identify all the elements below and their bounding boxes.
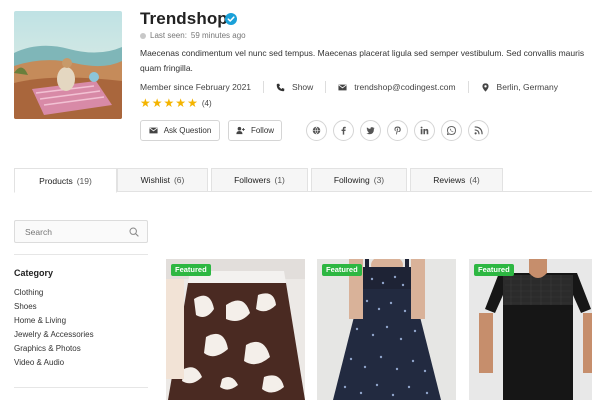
tab-wishlist[interactable]: Wishlist (6)	[117, 168, 208, 192]
last-seen: Last seen: 59 minutes ago	[140, 31, 246, 40]
divider	[467, 81, 469, 93]
divider	[325, 81, 327, 93]
linkedin-icon	[420, 126, 429, 135]
star-icon: ★	[151, 96, 163, 110]
last-seen-value: 59 minutes ago	[190, 31, 246, 40]
shop-location: Berlin, Germany	[481, 82, 558, 92]
star-icon: ★	[140, 96, 151, 110]
facebook-icon	[341, 126, 346, 135]
ask-question-label: Ask Question	[163, 126, 212, 135]
phone-show-label: Show	[292, 82, 314, 92]
phone-show-link[interactable]: Show	[276, 82, 313, 92]
user-plus-icon	[236, 126, 245, 135]
whatsapp-icon	[447, 126, 456, 135]
product-card[interactable]: Featured	[166, 259, 305, 400]
category-item[interactable]: Home & Living	[14, 315, 94, 329]
shop-avatar[interactable]	[14, 11, 122, 119]
rating-count: (4)	[201, 98, 212, 108]
category-title: Category	[14, 268, 54, 278]
social-linkedin-link[interactable]	[414, 120, 435, 141]
profile-tabs: Products (19) Wishlist (6) Followers (1)…	[14, 168, 592, 193]
tab-count: (1)	[274, 175, 285, 185]
follow-label: Follow	[250, 126, 275, 135]
product-image	[166, 259, 305, 400]
tab-count: (4)	[469, 175, 480, 185]
tab-label: Wishlist	[140, 175, 170, 185]
featured-badge: Featured	[474, 264, 514, 276]
tab-label: Reviews	[433, 175, 466, 185]
divider	[14, 254, 148, 255]
map-pin-icon	[481, 82, 489, 92]
divider	[263, 81, 265, 93]
last-seen-label: Last seen:	[150, 31, 187, 40]
tab-count: (19)	[76, 175, 92, 186]
search-input[interactable]	[25, 226, 125, 237]
status-dot-icon	[140, 32, 146, 39]
verified-badge-icon	[225, 13, 237, 25]
twitter-icon	[366, 127, 375, 135]
star-icon: ★	[187, 96, 198, 110]
member-since: Member since February 2021	[140, 82, 252, 92]
search-icon[interactable]	[129, 227, 139, 237]
ask-question-button[interactable]: Ask Question	[140, 120, 220, 141]
rss-icon	[474, 126, 483, 135]
tab-following[interactable]: Following (3)	[311, 168, 407, 192]
location-text: Berlin, Germany	[496, 82, 558, 92]
shop-meta: Member since February 2021 Show trendsho…	[140, 81, 558, 93]
social-twitter-link[interactable]	[360, 120, 381, 141]
product-image	[317, 259, 456, 400]
tab-count: (6)	[173, 175, 185, 185]
tab-products[interactable]: Products (19)	[14, 168, 117, 193]
shop-name: Trendshop	[140, 9, 228, 28]
follow-button[interactable]: Follow	[228, 120, 282, 141]
search-box[interactable]	[14, 220, 148, 243]
social-website-link[interactable]	[306, 120, 327, 141]
tab-label: Products	[39, 175, 73, 186]
envelope-icon	[338, 84, 347, 90]
shop-bio: Maecenas condimentum vel nunc sed tempus…	[140, 48, 585, 73]
social-whatsapp-link[interactable]	[441, 120, 462, 141]
pinterest-icon	[394, 126, 401, 135]
category-item[interactable]: Clothing	[14, 287, 94, 301]
tab-label: Followers	[234, 175, 271, 185]
category-item[interactable]: Jewelry & Accessories	[14, 329, 94, 343]
tab-reviews[interactable]: Reviews (4)	[410, 168, 503, 192]
category-item[interactable]: Video & Audio	[14, 357, 94, 371]
rating[interactable]: ★ ★ ★ ★ ★ (4)	[140, 97, 212, 109]
tab-label: Following	[333, 175, 370, 185]
divider	[14, 387, 148, 388]
category-item[interactable]: Shoes	[14, 301, 94, 315]
envelope-icon	[149, 127, 158, 134]
globe-icon	[312, 126, 321, 135]
star-icon: ★	[163, 96, 175, 110]
product-card[interactable]: Featured	[317, 259, 456, 400]
featured-badge: Featured	[171, 264, 211, 276]
category-item[interactable]: Graphics & Photos	[14, 343, 94, 357]
star-icon: ★	[175, 96, 187, 110]
tab-followers[interactable]: Followers (1)	[211, 168, 308, 192]
featured-badge: Featured	[322, 264, 362, 276]
shop-email[interactable]: trendshop@codingest.com	[338, 82, 456, 92]
tab-count: (3)	[373, 175, 385, 185]
social-facebook-link[interactable]	[333, 120, 354, 141]
email-text: trendshop@codingest.com	[354, 82, 456, 92]
product-image	[469, 259, 592, 400]
product-card[interactable]: Featured	[469, 259, 592, 400]
social-pinterest-link[interactable]	[387, 120, 408, 141]
phone-icon	[276, 83, 285, 91]
social-rss-link[interactable]	[468, 120, 489, 141]
category-list: Clothing Shoes Home & Living Jewelry & A…	[14, 287, 94, 371]
